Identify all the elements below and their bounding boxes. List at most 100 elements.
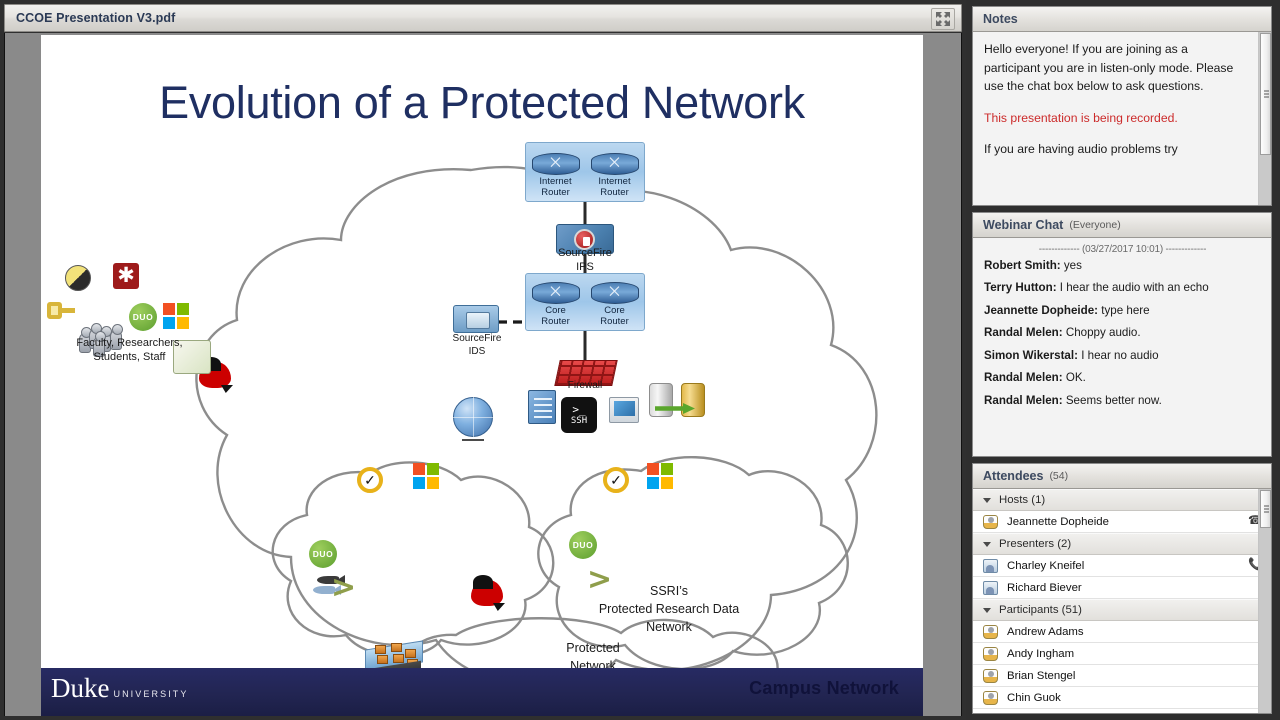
slide-footer: Duke UNIVERSITY Campus Network xyxy=(41,668,923,716)
attendees-group-presenters[interactable]: Presenters (2) xyxy=(973,533,1271,555)
attendee-name: Charley Kneifel xyxy=(1007,559,1085,572)
attendees-group-hosts[interactable]: Hosts (1) xyxy=(973,489,1271,511)
ips-label-line1: SourceFire xyxy=(558,247,612,259)
users-label-line1: Faculty, Researchers, xyxy=(76,337,183,349)
attendee-name: Jeannette Dopheide xyxy=(1007,515,1109,528)
globe-stand-icon xyxy=(462,439,484,449)
attendee-row[interactable]: Chin Guok xyxy=(973,687,1271,709)
chat-message: Robert Smith: yes xyxy=(984,259,1261,273)
ssri-network-label: SSRI’s Protected Research Data Network xyxy=(559,583,779,636)
attendees-count: (54) xyxy=(1049,470,1069,482)
chat-sender: Randal Melen: xyxy=(984,393,1063,407)
ssri-label-line1: SSRI’s xyxy=(650,584,688,598)
attendees-group-label: Hosts (1) xyxy=(999,494,1046,506)
attendee-row[interactable]: Andy Ingham xyxy=(973,643,1271,665)
chat-message: Randal Melen: Seems better now. xyxy=(984,394,1261,408)
router-icon xyxy=(531,153,580,176)
chat-message: Simon Wikerstal: I hear no audio xyxy=(984,349,1261,363)
participant-user-icon xyxy=(983,624,998,639)
participant-user-icon xyxy=(983,646,998,661)
fullscreen-expand-icon[interactable] xyxy=(931,8,955,30)
attendee-name: Andy Ingham xyxy=(1007,647,1075,660)
internet-router-2-line1: Internet xyxy=(598,176,631,188)
chat-messages-body[interactable]: ------------- (03/27/2017 10:01) -------… xyxy=(973,238,1271,456)
attendees-panel: Attendees (54) Hosts (1) Jeannette Dophe… xyxy=(972,463,1272,714)
chevron-down-icon[interactable] xyxy=(983,607,991,613)
chat-text: I hear the audio with an echo xyxy=(1056,281,1209,295)
core-routers-box: Core Router Core Router xyxy=(525,273,645,331)
firewall-label: Firewall xyxy=(567,380,603,391)
right-sidebar: Notes Hello everyone! If you are joining… xyxy=(966,0,1280,720)
chat-message: Randal Melen: OK. xyxy=(984,371,1261,385)
internet-router-1: Internet Router xyxy=(531,153,581,198)
internet-router-2: Internet Router xyxy=(590,153,640,198)
duke-logo: Duke UNIVERSITY xyxy=(51,675,189,702)
ssh-label: SSH xyxy=(570,416,588,427)
checkmark-icon: ✓ xyxy=(603,467,629,493)
attendees-panel-header[interactable]: Attendees (54) xyxy=(973,464,1271,489)
attendee-row[interactable]: Jeannette Dopheide ☎ xyxy=(973,511,1271,533)
attendees-list[interactable]: Hosts (1) Jeannette Dopheide ☎ Presenter… xyxy=(973,489,1271,713)
yinyang-icon xyxy=(65,265,91,291)
backup-storage-icon xyxy=(649,383,705,421)
slide-scroll-area[interactable]: Evolution of a Protected Network ⨉ Inter… xyxy=(4,33,962,716)
chat-sender: Terry Hutton: xyxy=(984,281,1057,295)
chat-panel-header[interactable]: Webinar Chat (Everyone) xyxy=(973,213,1271,238)
router-icon xyxy=(590,282,639,305)
internet-router-2-line2: Router xyxy=(600,186,629,198)
attendee-row[interactable]: Richard Biever xyxy=(973,577,1271,599)
participant-user-icon xyxy=(983,668,998,683)
core-router-2-line1: Core xyxy=(604,305,625,317)
notes-panel-body[interactable]: Hello everyone! If you are joining as a … xyxy=(973,32,1271,205)
chat-text: OK. xyxy=(1062,371,1086,385)
shell-prompt-icon: > xyxy=(331,570,357,605)
attendee-row[interactable]: Andrew Adams xyxy=(973,621,1271,643)
duo-auth-icon: DUO xyxy=(569,531,597,559)
network-diagram: Internet Router Internet Router xyxy=(41,35,923,716)
chat-sender: Randal Melen: xyxy=(984,371,1063,385)
attendees-scrollbar-thumb[interactable] xyxy=(1260,490,1271,528)
attendee-row[interactable]: Charley Kneifel 📞 xyxy=(973,555,1271,577)
ids-label-line1: SourceFire xyxy=(452,333,502,344)
attendee-name: Andrew Adams xyxy=(1007,625,1084,638)
attendee-row[interactable]: Brian Stengel xyxy=(973,665,1271,687)
protected-label-line1: Protected xyxy=(566,641,620,655)
duke-logo-sub: UNIVERSITY xyxy=(113,689,189,699)
checkmark-icon: ✓ xyxy=(357,467,383,493)
users-label: Faculty, Researchers, Students, Staff xyxy=(47,337,212,365)
chat-message: Jeannette Dopheide: type here xyxy=(984,304,1261,318)
internet-routers-box: Internet Router Internet Router xyxy=(525,142,645,202)
chat-sender: Randal Melen: xyxy=(984,326,1063,340)
silver-storage-icon xyxy=(649,383,673,417)
campus-network-label: Campus Network xyxy=(749,678,899,698)
key-lock-icon xyxy=(47,300,75,322)
attendees-group-participants[interactable]: Participants (51) xyxy=(973,599,1271,621)
core-router-2: Core Router xyxy=(590,282,640,327)
ips-label-line2: IPS xyxy=(576,260,594,273)
notes-panel-header[interactable]: Notes xyxy=(973,7,1271,32)
internet-router-1-line1: Internet xyxy=(539,176,572,188)
chat-text: Choppy audio. xyxy=(1062,326,1141,340)
ssri-label-line2: Protected Research Data xyxy=(598,601,740,616)
log-document-icon xyxy=(528,390,556,424)
chevron-down-icon[interactable] xyxy=(983,497,991,503)
duo-auth-icon: DUO xyxy=(309,540,337,568)
attendees-panel-title: Attendees xyxy=(983,469,1044,483)
presentation-titlebar: CCOE Presentation V3.pdf xyxy=(4,4,962,32)
presentation-viewer: CCOE Presentation V3.pdf Evolution of a … xyxy=(0,0,966,720)
notes-scrollbar-thumb[interactable] xyxy=(1260,33,1271,155)
windows-logo-icon xyxy=(163,303,189,329)
attendee-name: Chin Guok xyxy=(1007,691,1061,704)
router-icon xyxy=(531,282,580,305)
webinar-window: CCOE Presentation V3.pdf Evolution of a … xyxy=(0,0,1280,720)
chat-sender: Robert Smith: xyxy=(984,259,1061,272)
sourcefire-ips-label: SourceFire IPS xyxy=(535,247,635,275)
chat-text: yes xyxy=(1060,259,1082,272)
notes-scrollbar[interactable] xyxy=(1258,32,1271,205)
asterisk-app-icon: ✱ xyxy=(113,263,139,289)
windows-logo-icon xyxy=(647,463,673,489)
chat-message: Randal Melen: Choppy audio. xyxy=(984,326,1261,340)
notes-recording-notice: This presentation is being recorded. xyxy=(984,110,1178,125)
chevron-down-icon[interactable] xyxy=(983,541,991,547)
attendees-scrollbar[interactable] xyxy=(1258,489,1271,713)
